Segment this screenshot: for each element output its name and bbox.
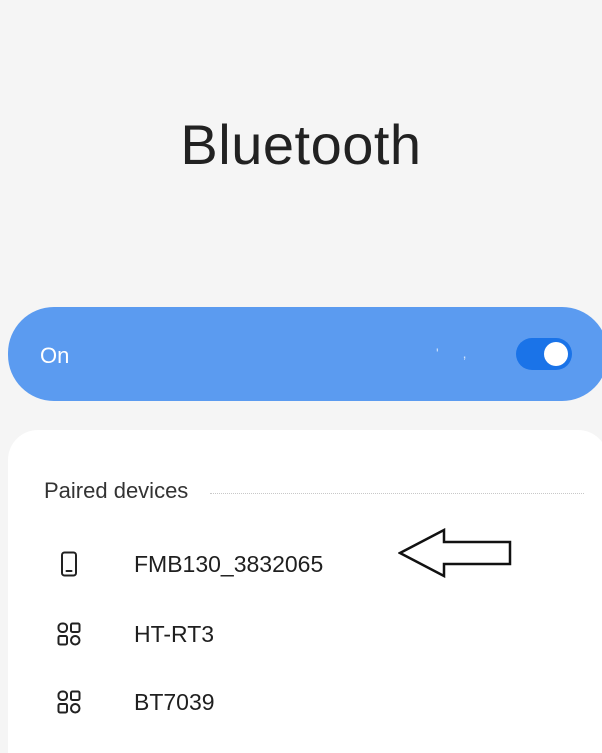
paired-device-ht-rt3[interactable]: HT-RT3 [56, 616, 214, 652]
paired-device-bt7039[interactable]: BT7039 [56, 684, 215, 720]
device-grid-icon [56, 686, 82, 718]
arrow-left-icon [398, 528, 512, 578]
paired-devices-card: Paired devices FMB130_3832065 HT-RT3 BT7… [8, 430, 602, 753]
phone-icon [56, 548, 82, 580]
paired-device-fmb130[interactable]: FMB130_3832065 [56, 546, 323, 582]
paired-devices-header: Paired devices [44, 478, 584, 504]
page-title: Bluetooth [180, 113, 422, 176]
switch-knob [544, 342, 568, 366]
section-title: Paired devices [44, 478, 189, 503]
bluetooth-screen: Bluetooth On ' , Paired devices FMB130_3… [0, 0, 602, 753]
faint-text: ' , [436, 345, 477, 361]
device-name: FMB130_3832065 [134, 550, 324, 577]
device-name: BT7039 [134, 688, 215, 715]
bluetooth-toggle-bar[interactable]: On ' , [8, 307, 602, 401]
device-name: HT-RT3 [134, 620, 215, 647]
section-divider [210, 492, 584, 494]
device-grid-icon [56, 618, 82, 650]
bluetooth-switch[interactable] [516, 338, 572, 370]
toggle-label: On [40, 343, 70, 368]
